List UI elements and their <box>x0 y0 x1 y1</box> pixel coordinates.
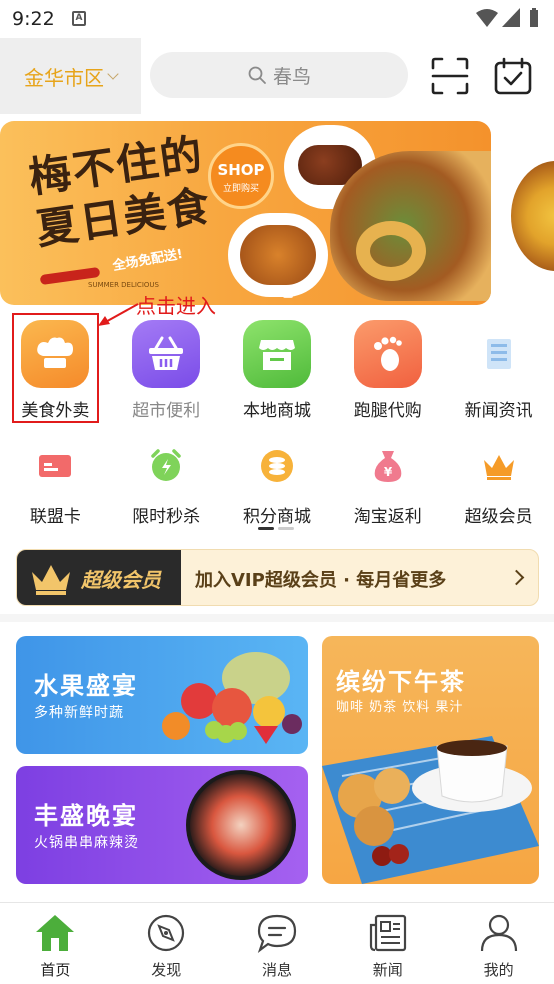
person-icon <box>480 914 517 952</box>
category-label: 淘宝返利 <box>353 507 422 527</box>
fruit-basket-image <box>162 652 302 744</box>
signal-icon <box>502 8 520 27</box>
vip-text: 加入VIP超级会员 · 每月省更多 <box>195 570 447 591</box>
next-banner-peek[interactable] <box>506 121 554 305</box>
category-label: 积分商城 <box>242 507 311 527</box>
category-food-delivery[interactable]: 美食外卖 <box>0 320 111 421</box>
category-errand[interactable]: 跑腿代购 <box>332 320 443 421</box>
news-icon <box>464 320 533 388</box>
fruit-card-subtitle: 多种新鲜时蔬 <box>34 705 124 721</box>
category-supermarket[interactable]: 超市便利 <box>111 320 222 421</box>
alarm-clock-icon <box>146 446 186 486</box>
tab-label: 首页 <box>40 961 71 979</box>
search-placeholder: 春鸟 <box>272 65 311 88</box>
pizza-image <box>511 161 554 271</box>
shop-badge-title: SHOP <box>217 161 265 179</box>
coffee-and-cookies-image <box>322 736 539 884</box>
hotpot-image <box>186 770 296 880</box>
banner-page-indicator <box>283 294 293 298</box>
category-label: 限时秒杀 <box>132 507 201 527</box>
category-points-mall[interactable]: 积分商城 <box>222 446 333 527</box>
vip-title: 超级会员 <box>81 568 161 592</box>
battery-icon <box>530 8 538 27</box>
footprint-icon <box>353 320 422 388</box>
card-icon <box>35 446 75 486</box>
category-label: 新闻资讯 <box>464 401 533 421</box>
status-time: 9:22 <box>12 8 55 30</box>
tab-messages[interactable]: 消息 <box>222 903 333 984</box>
city-selector[interactable]: 金华市区 <box>0 38 141 114</box>
banner-headline: 梅不住的夏日美食 <box>25 129 215 254</box>
dinner-card[interactable]: 丰盛晚宴 火锅串串麻辣烫 <box>16 766 308 884</box>
category-news[interactable]: 新闻资讯 <box>443 320 554 421</box>
shop-badge-subtitle: 立即购买 <box>222 184 259 194</box>
afternoon-tea-card[interactable]: 缤纷下午茶 咖啡 奶茶 饮料 果汁 <box>322 636 539 884</box>
tab-label: 新闻 <box>372 961 403 979</box>
category-super-member[interactable]: 超级会员 <box>443 446 554 527</box>
pager-dot-active <box>258 527 274 530</box>
home-icon <box>36 915 75 951</box>
wifi-icon <box>476 9 498 27</box>
tea-card-title: 缤纷下午茶 <box>336 668 466 696</box>
chevron-down-icon <box>107 68 119 80</box>
status-bar: 9:22 A <box>0 0 554 38</box>
coins-icon <box>257 446 297 486</box>
crown-icon <box>479 446 519 486</box>
tab-label: 我的 <box>483 961 514 979</box>
banner-free-shipping: 全场免配送! <box>111 246 185 275</box>
category-grid-row-1: 美食外卖 超市便利 本地商城 跑腿代购 新闻资讯 <box>0 320 554 421</box>
category-label: 超市便利 <box>132 401 201 421</box>
vip-banner[interactable]: 超级会员 加入VIP超级会员 · 每月省更多 <box>16 549 539 606</box>
message-icon <box>257 914 297 953</box>
tea-card-subtitle: 咖啡 奶茶 饮料 果汁 <box>336 700 464 715</box>
category-taobao-rebate[interactable]: ¥ 淘宝返利 <box>332 446 443 527</box>
newspaper-icon <box>369 914 406 952</box>
tab-discover[interactable]: 发现 <box>111 903 222 984</box>
pager-dot <box>278 527 294 530</box>
calendar-check-icon[interactable] <box>493 56 533 96</box>
promo-banner[interactable]: 梅不住的夏日美食 SUMMER DELICIOUS 全场免配送! SHOP 立即… <box>0 121 491 305</box>
dinner-card-subtitle: 火锅串串麻辣烫 <box>34 835 139 851</box>
category-label: 联盟卡 <box>29 507 81 527</box>
scan-icon[interactable] <box>430 56 470 96</box>
category-alliance-card[interactable]: 联盟卡 <box>0 446 111 527</box>
banner-summer-text: SUMMER DELICIOUS <box>88 281 159 289</box>
category-pager <box>258 527 294 530</box>
category-label: 美食外卖 <box>21 401 90 421</box>
tab-home[interactable]: 首页 <box>0 903 111 984</box>
search-icon <box>248 66 266 84</box>
compass-icon <box>148 914 185 952</box>
top-header: 金华市区 春鸟 <box>0 38 554 114</box>
city-label: 金华市区 <box>24 65 104 90</box>
category-label: 跑腿代购 <box>353 401 422 421</box>
chef-hat-icon <box>21 320 90 388</box>
section-divider <box>0 614 554 622</box>
category-label: 本地商城 <box>242 401 311 421</box>
tab-profile[interactable]: 我的 <box>443 903 554 984</box>
gold-crown-icon <box>32 564 70 595</box>
svg-text:¥: ¥ <box>384 465 393 479</box>
money-bag-icon: ¥ <box>368 446 408 486</box>
category-flash-sale[interactable]: 限时秒杀 <box>111 446 222 527</box>
chevron-right-icon <box>508 569 525 586</box>
category-label: 超级会员 <box>464 507 533 527</box>
search-bar[interactable]: 春鸟 <box>150 52 408 98</box>
notification-icon: A <box>72 11 86 26</box>
tab-label: 发现 <box>151 961 182 979</box>
tab-label: 消息 <box>261 961 292 979</box>
category-local-mall[interactable]: 本地商城 <box>222 320 333 421</box>
fruit-card[interactable]: 水果盛宴 多种新鲜时蔬 <box>16 636 308 754</box>
tab-news[interactable]: 新闻 <box>332 903 443 984</box>
category-grid-row-2: 联盟卡 限时秒杀 积分商城 ¥ 淘宝返利 超级会员 <box>0 446 554 527</box>
shop-badge: SHOP 立即购买 <box>208 143 274 209</box>
dinner-card-title: 丰盛晚宴 <box>34 802 138 830</box>
store-icon <box>242 320 311 388</box>
basket-icon <box>132 320 201 388</box>
roast-chicken-image <box>228 213 328 297</box>
annotation-text: 点击进入 <box>136 294 216 318</box>
bottom-tab-bar: 首页 发现 消息 新闻 我的 <box>0 902 554 984</box>
wrap-and-onion-rings-image <box>330 151 491 301</box>
fruit-card-title: 水果盛宴 <box>34 672 138 700</box>
vip-badge: 超级会员 <box>17 550 181 605</box>
